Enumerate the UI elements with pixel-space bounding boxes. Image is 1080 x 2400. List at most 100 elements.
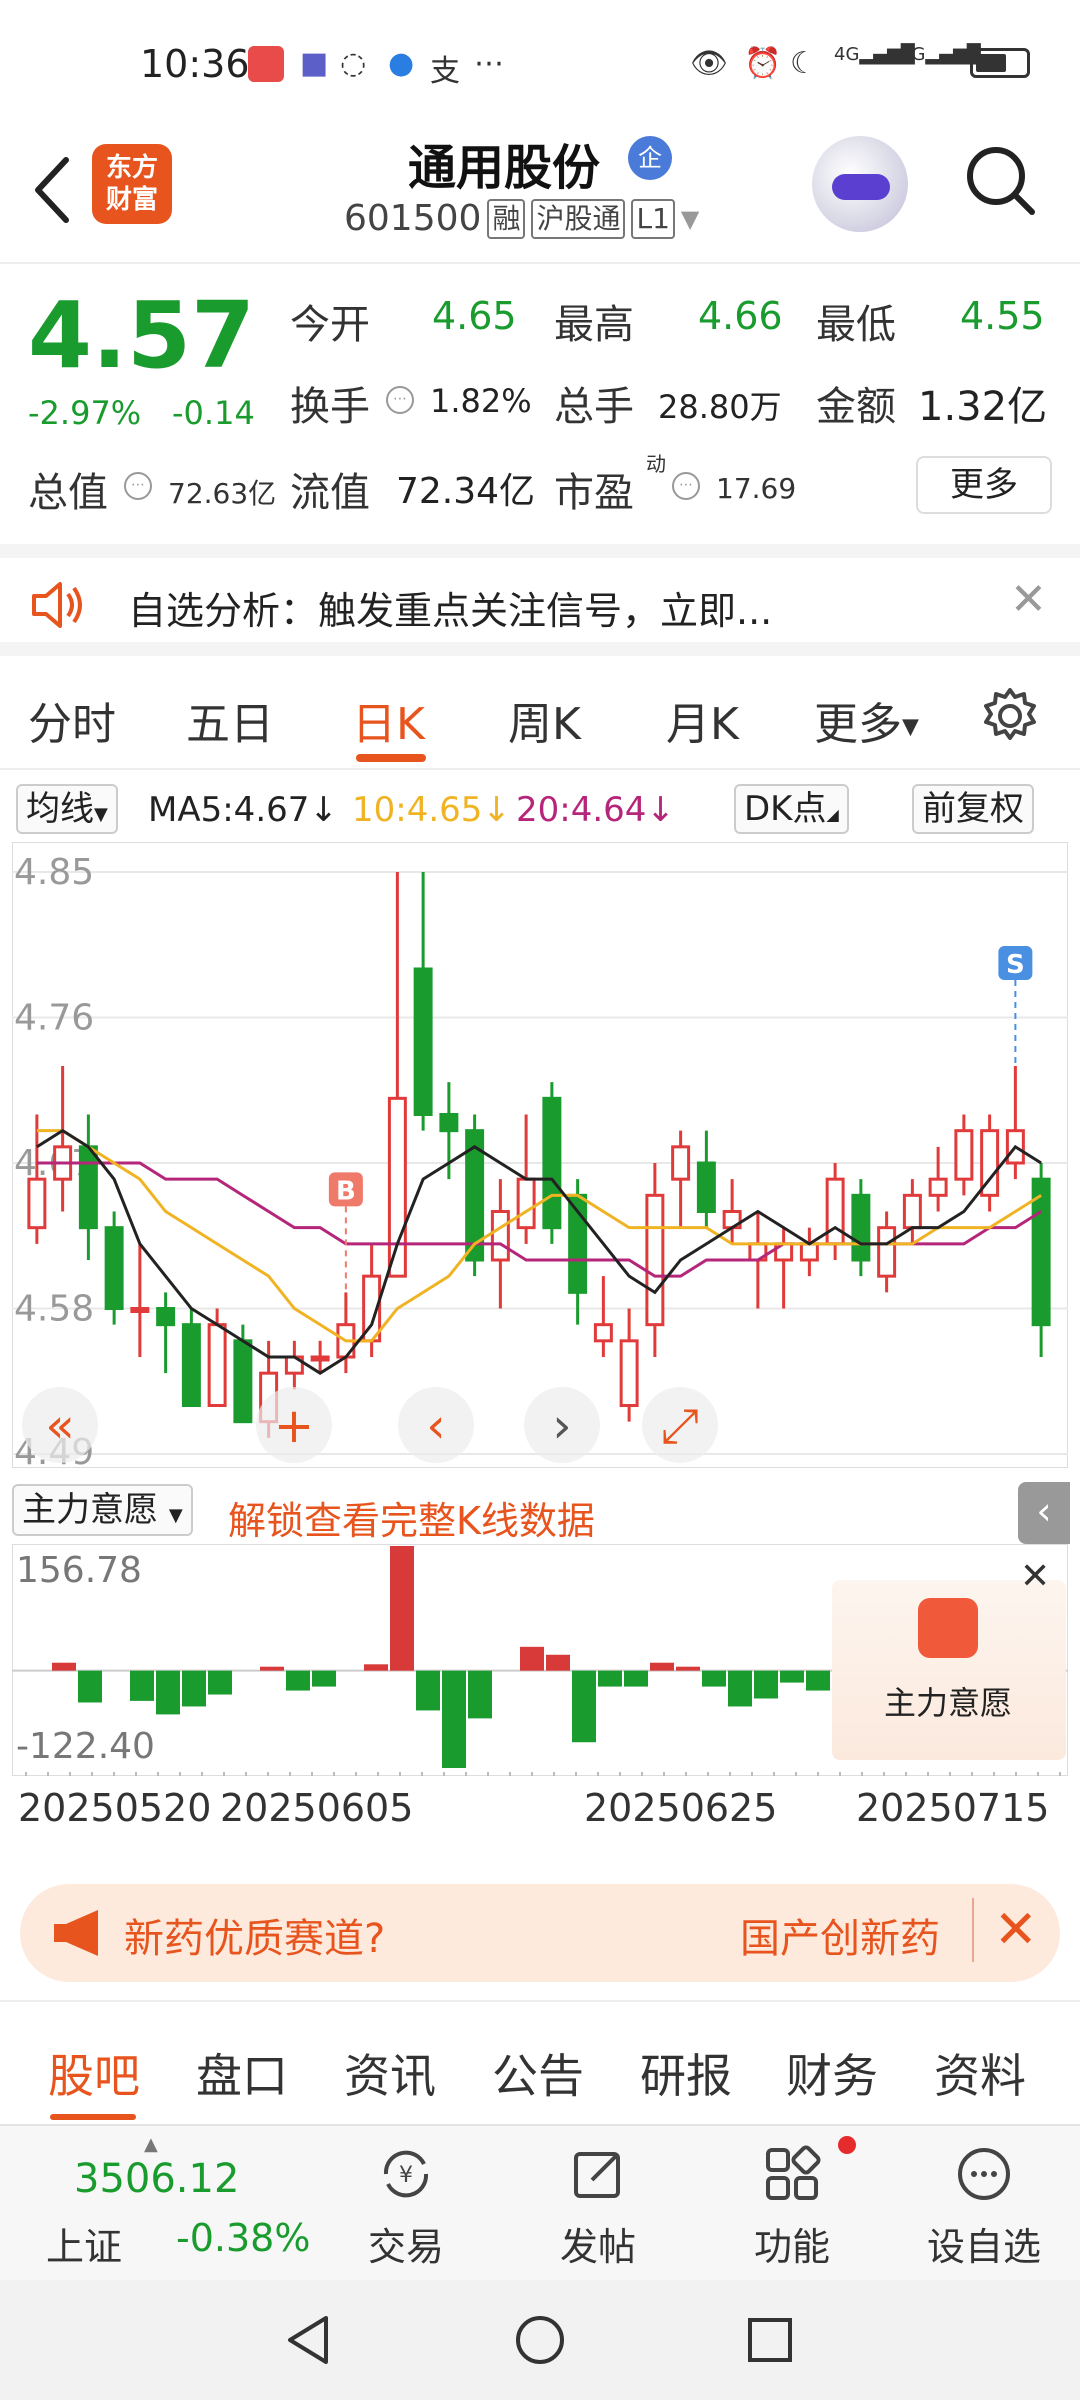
chevron-left-icon: ‹ [426,1398,445,1454]
back-arrow-icon[interactable] [28,150,78,230]
open-value: 4.65 [432,294,517,338]
gear-icon[interactable] [980,686,1040,746]
indicator-selector[interactable]: 主力意愿 ▼ [12,1484,193,1536]
add-watchlist-button[interactable]: 设自选 [904,2126,1064,2282]
kline-chart[interactable]: 4.854.764.674.584.49BS«+‹›⤢ [11,841,1069,1473]
indicator-bar [208,1670,232,1695]
ma-selector[interactable]: 均线▼ [16,784,118,834]
tab-monthly-k[interactable]: 月K [666,688,739,752]
unlock-kline-link[interactable]: 解锁查看完整K线数据 [228,1490,595,1545]
chevron-down-icon: ▼ [94,804,108,825]
moon-icon: ☾ [790,46,817,81]
y-tick-label: 4.85 [14,852,94,893]
candle-body [27,1177,47,1230]
tab-guba[interactable]: 股吧 [48,2040,140,2106]
index-name: 上证 [46,2225,123,2269]
quote-panel: 4.57 -2.97% -0.14 今开 4.65 最高 4.66 最低 4.5… [0,262,1080,542]
post-button[interactable]: 发帖 [518,2126,678,2282]
adjust-selector[interactable]: 前复权 [912,784,1034,834]
indicator-max-label: 156.78 [16,1550,142,1591]
high-value: 4.66 [698,294,783,338]
tab-more[interactable]: 更多▼ [814,688,919,752]
indicator-bar [754,1670,778,1699]
turnover-value: 1.82% [430,382,532,420]
nav-back-icon[interactable] [282,2312,338,2368]
tab-profile[interactable]: 资料 [934,2040,1026,2106]
candle-body [825,1177,845,1246]
chart-period-tabs: 分时 五日 日K 周K 月K 更多▼ [0,670,1080,770]
alipay-icon: 支 [430,54,460,89]
megaphone-icon [54,1910,98,1956]
indicator-promo-label: 主力意愿 [884,1684,1013,1722]
low-label: 最低 [816,302,896,348]
functions-label: 功能 [753,2225,830,2269]
tab-daily-k[interactable]: 日K [352,688,425,752]
indicator-bar [598,1670,622,1687]
indicator-bar [624,1670,648,1687]
collapse-panel-icon[interactable]: ‹ [1018,1482,1070,1544]
volume-value: 28.80万 [658,388,782,426]
enterprise-badge: 企 [628,136,672,180]
stock-code-line[interactable]: 601500 融 沪股通 L1 ▼ [344,198,699,239]
speaker-icon [32,582,82,628]
candle-body [1031,1177,1051,1327]
close-icon[interactable]: ✕ [972,1898,1038,1962]
tab-news[interactable]: 资讯 [344,2040,436,2106]
indicator-header: 主力意愿 ▼ 解锁查看完整K线数据 ‹ [0,1480,1080,1544]
loading-icon: ◌ [340,46,367,81]
status-bar: 10:36 ■ ◌ ● 支 ⋯ 👁 ⏰ ☾ 4G▂▄▆█ 5G▂▄▆█ [0,0,1080,120]
close-icon[interactable]: ✕ [1020,1556,1050,1597]
promo-banner[interactable]: 新药优质赛道? 国产创新药 ✕ [20,1884,1060,1982]
signal-label: B [336,1176,356,1206]
active-tab-indicator [50,2114,136,2120]
indicator-promo-card[interactable]: 主力意愿 [832,1580,1066,1760]
trade-label: 交易 [367,2225,444,2269]
indicator-bar [780,1670,804,1683]
close-icon[interactable]: ✕ [1010,574,1047,625]
ai-assistant-avatar[interactable] [812,136,908,232]
y-tick-label: 4.58 [14,1289,94,1330]
more-button[interactable]: 更多 [916,456,1052,514]
chart-frame [11,841,1069,1469]
app-logo[interactable]: 东方 财富 [92,144,172,224]
tab-intraday[interactable]: 分时 [28,688,116,752]
indicator-bar [364,1664,388,1671]
zoom-in-icon: + [274,1398,314,1454]
market-cap-label: 总值 [28,470,108,516]
info-icon[interactable]: ⋯ [124,472,152,500]
notification-dot [838,2136,856,2154]
yen-exchange-icon: ¥ [383,2150,429,2198]
candle-body [310,1355,330,1362]
nav-home-icon[interactable] [512,2312,568,2368]
indicator-bar [650,1662,674,1671]
info-icon[interactable]: ⋯ [672,472,700,500]
tab-weekly-k[interactable]: 周K [508,688,581,752]
signal-5g-icon: 5G▂▄▆█ [900,44,981,65]
tag-level: L1 [631,198,675,239]
nav-recents-icon[interactable] [742,2312,798,2368]
tab-announcements[interactable]: 公告 [492,2040,584,2106]
tab-order-book[interactable]: 盘口 [196,2040,288,2106]
stock-code: 601500 [344,198,482,239]
trade-button[interactable]: ¥ 交易 [326,2126,486,2282]
search-icon[interactable] [960,140,1040,220]
info-icon[interactable]: ⋯ [386,386,414,414]
more-dots-icon: ⋯ [474,46,504,81]
candle-body [696,1161,716,1213]
ma20-value: 20:4.64↓ [516,790,675,830]
notice-bar[interactable]: 自选分析：触发重点关注信号，立即... ✕ [0,544,1080,656]
post-label: 发帖 [559,2225,636,2269]
indicator-bar [468,1670,492,1719]
tab-five-day[interactable]: 五日 [186,688,274,752]
indicator-bar [260,1666,284,1671]
date-label: 20250605 [220,1786,414,1830]
date-label: 20250520 [18,1786,212,1830]
dk-point-button[interactable]: DK点◢ [734,784,849,834]
ma5-value: MA5:4.67↓ [148,790,338,830]
indicator-bar [520,1646,544,1671]
candle-body [490,1210,510,1262]
tab-research[interactable]: 研报 [640,2040,732,2106]
ma10-value: 10:4.65↓ [352,790,511,830]
tab-finance[interactable]: 财务 [786,2040,878,2106]
more-circle-icon [958,2148,1010,2200]
